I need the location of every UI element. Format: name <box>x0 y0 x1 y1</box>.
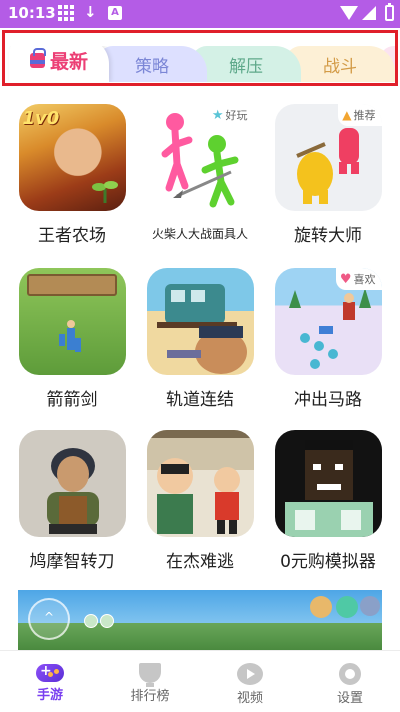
tab-battle[interactable]: 战斗 <box>285 46 395 82</box>
pixel-man-art <box>284 440 373 537</box>
game-name: 火柴人大战面具人 <box>151 227 248 241</box>
tab-label: 最新 <box>49 50 88 73</box>
game-item[interactable]: 0元购模拟器 <box>264 426 392 572</box>
game-name: 鸠摩智转刀 <box>29 552 115 572</box>
game-icon: ★ 好玩 <box>146 104 254 211</box>
train-art <box>156 284 247 374</box>
tab-label: 战斗 <box>323 56 357 77</box>
banner-dot <box>100 614 114 628</box>
nav-label: 设置 <box>336 691 363 706</box>
game-icon <box>146 268 254 375</box>
bottom-navigation: 手游 排行榜 视频 设置 <box>0 650 400 711</box>
tag-label: 好玩 <box>225 109 248 122</box>
tag-label: 喜欢 <box>353 273 376 286</box>
a-icon: A <box>108 6 122 20</box>
bag-icon <box>29 47 46 68</box>
nav-mobile-games[interactable]: 手游 <box>0 651 100 712</box>
battery-icon <box>385 3 394 21</box>
game-name: 王者农场 <box>38 226 106 246</box>
game-icon: ▲ 推荐 <box>274 104 382 211</box>
gamepad-icon <box>36 663 64 682</box>
promo-banner[interactable] <box>18 590 382 650</box>
thumbs-up-icon: ▲ <box>342 108 352 122</box>
game-tag: ★ 好玩 <box>207 104 254 126</box>
tab-latest[interactable]: 最新 <box>9 46 109 82</box>
game-item[interactable]: 1v0 王者农场 <box>8 100 136 246</box>
game-icon: 1v0 <box>18 104 126 211</box>
game-item[interactable]: 在杰难逃 <box>136 426 264 572</box>
game-name: 旋转大师 <box>294 226 362 246</box>
game-icon: ♥ 喜欢 <box>274 268 382 375</box>
nav-settings[interactable]: 设置 <box>300 651 400 712</box>
escape-art <box>146 430 254 534</box>
tab-relax[interactable]: 解压 <box>191 46 301 82</box>
banner-character-icon <box>310 596 332 618</box>
banner-dot <box>84 614 98 628</box>
game-icon <box>18 268 126 375</box>
game-name: 箭箭剑 <box>46 390 98 410</box>
status-bar: 10:13 ↓ A <box>0 0 400 28</box>
archer-art <box>58 320 81 352</box>
sprout-icon <box>91 181 118 203</box>
nav-label: 排行榜 <box>130 689 170 704</box>
game-name: 轨道连结 <box>166 390 234 410</box>
signal-icon <box>362 6 376 20</box>
game-name: 在杰难逃 <box>166 552 234 572</box>
category-tabs: 最新 策略 解压 战斗 <box>5 46 395 82</box>
video-icon <box>237 663 263 685</box>
game-item[interactable]: ★ 好玩 火柴人大战面具人 <box>136 100 264 242</box>
game-icon <box>146 430 254 537</box>
warrior-art <box>46 448 99 534</box>
game-tag: ♥ 喜欢 <box>335 268 382 290</box>
wifi-icon <box>340 6 358 20</box>
game-icon <box>18 430 126 537</box>
game-icon <box>274 430 382 537</box>
status-time: 10:13 <box>8 4 56 22</box>
grid-icon <box>58 5 74 21</box>
trophy-icon <box>139 663 161 687</box>
game-tag: ▲ 推荐 <box>338 104 382 126</box>
joystick-icon <box>28 598 70 640</box>
game-name: 0元购模拟器 <box>280 552 376 572</box>
star-icon: ★ <box>211 107 224 123</box>
nav-video[interactable]: 视频 <box>200 651 300 712</box>
tab-strategy[interactable]: 策略 <box>97 46 207 82</box>
gear-icon <box>339 663 361 685</box>
game-item[interactable]: 轨道连结 <box>136 264 264 410</box>
download-icon: ↓ <box>84 3 97 21</box>
game-item[interactable]: ♥ 喜欢 冲出马路 <box>264 264 392 410</box>
game-item[interactable]: 箭箭剑 <box>8 264 136 410</box>
nav-label: 手游 <box>36 688 63 703</box>
tag-label: 推荐 <box>353 109 376 122</box>
tab-label: 解压 <box>229 56 263 77</box>
banner-settings-icon <box>360 596 380 616</box>
nav-ranking[interactable]: 排行榜 <box>100 651 200 712</box>
heart-icon: ♥ <box>339 271 352 287</box>
tab-label: 策略 <box>135 56 169 77</box>
banner-item-icon <box>336 596 358 618</box>
game-name: 冲出马路 <box>294 390 362 410</box>
game-item[interactable]: ▲ 推荐 旋转大师 <box>264 100 392 246</box>
game-item[interactable]: 鸠摩智转刀 <box>8 426 136 572</box>
game-badge: 1v0 <box>22 108 60 129</box>
nav-label: 视频 <box>236 691 263 706</box>
